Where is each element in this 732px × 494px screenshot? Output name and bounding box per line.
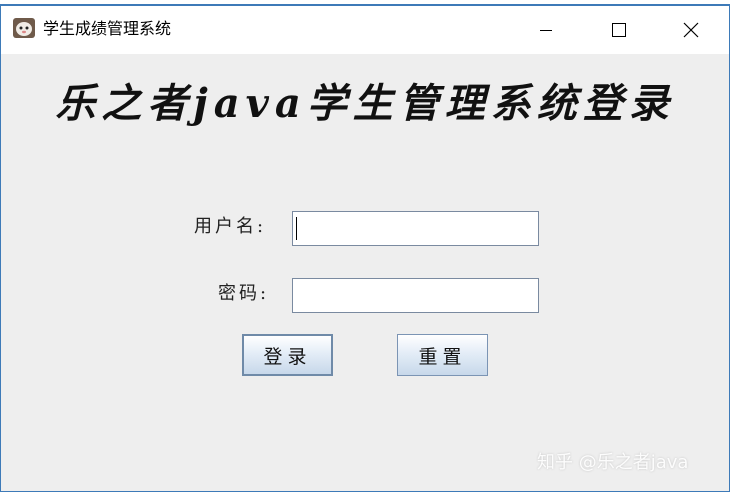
minimize-button[interactable]: [516, 6, 576, 54]
password-label: 密码:: [218, 283, 270, 304]
app-icon: [13, 18, 35, 38]
reset-button[interactable]: 重置: [397, 334, 488, 376]
watermark: 知乎 @乐之者java: [537, 452, 689, 473]
title-bar[interactable]: 学生成绩管理系统: [1, 6, 729, 54]
window-title: 学生成绩管理系统: [43, 19, 172, 38]
login-window: 学生成绩管理系统 乐之者java学生管理系统登录 用户名: 密码: 登录 重置 …: [0, 4, 730, 492]
username-field[interactable]: [292, 211, 539, 246]
maximize-icon: [612, 23, 626, 37]
close-button[interactable]: [661, 6, 721, 54]
password-field[interactable]: [292, 278, 539, 313]
text-caret: [296, 217, 297, 240]
login-heading: 乐之者java学生管理系统登录: [55, 80, 675, 127]
close-icon: [683, 22, 699, 38]
maximize-button[interactable]: [589, 6, 649, 54]
login-button[interactable]: 登录: [242, 334, 333, 376]
minimize-icon: [540, 30, 552, 31]
username-label: 用户名:: [194, 216, 267, 237]
